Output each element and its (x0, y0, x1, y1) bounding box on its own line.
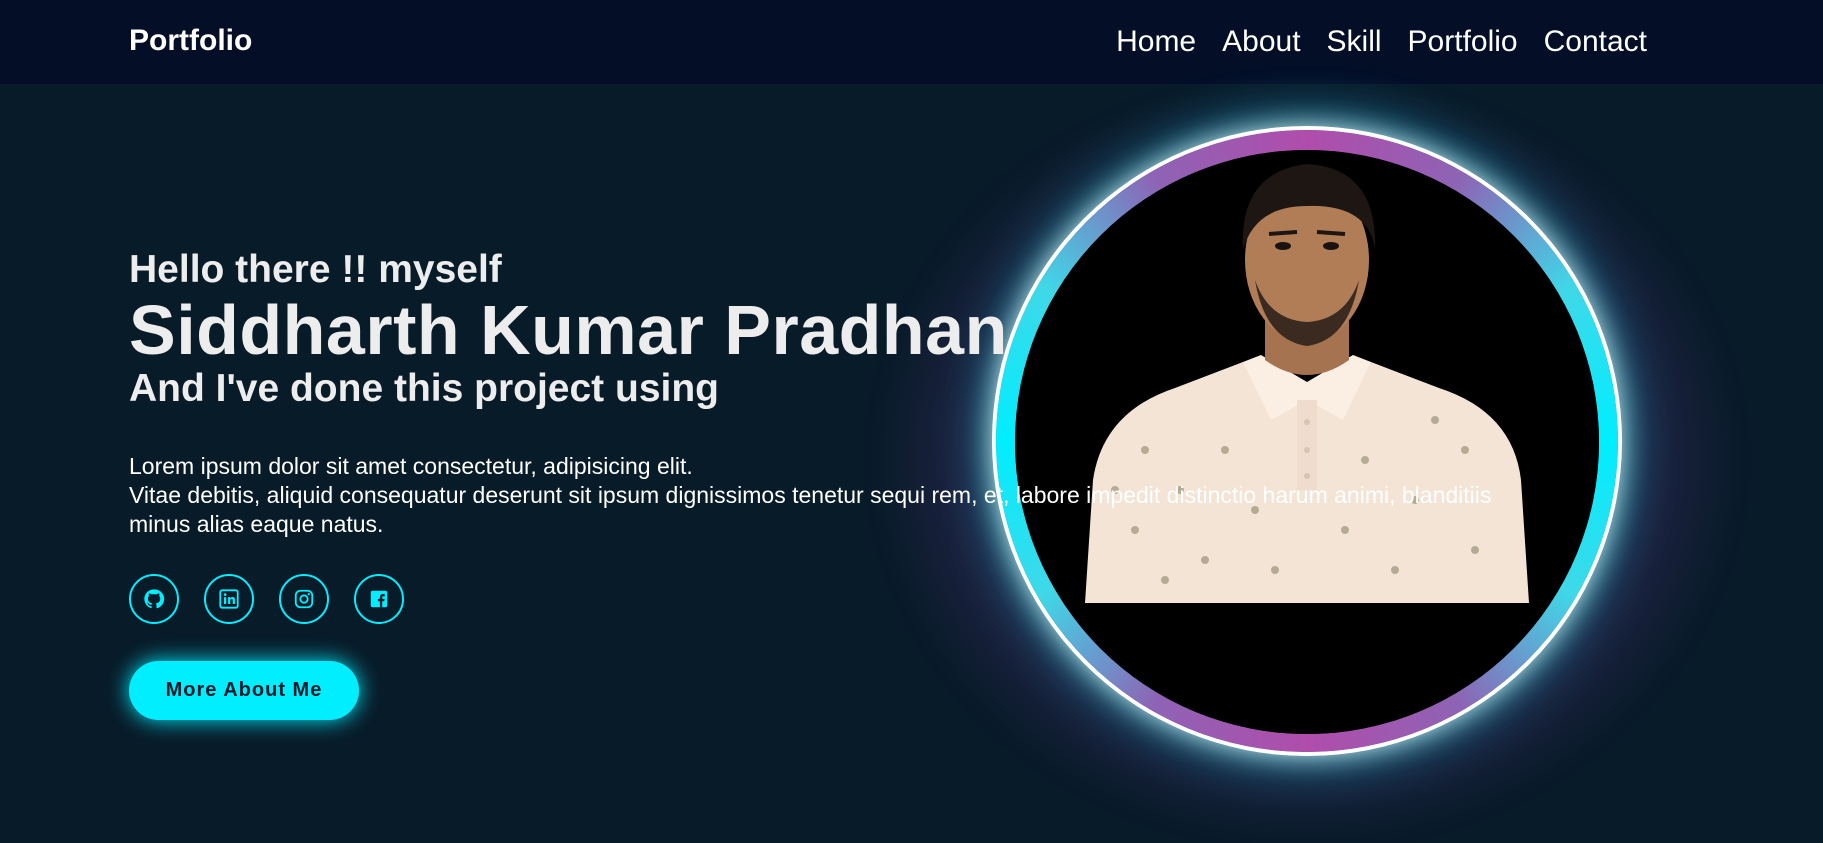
github-link[interactable] (129, 574, 179, 624)
linkedin-link[interactable] (204, 574, 254, 624)
desc-line-2: Vitae debitis, aliquid consequatur deser… (129, 482, 1492, 508)
hero-subtitle: And I've done this project using (129, 367, 719, 410)
more-about-me-button[interactable]: More About Me (129, 661, 359, 720)
github-icon (144, 589, 165, 609)
navbar: Portfolio Home About Skill Portfolio Con… (0, 0, 1823, 84)
hero-description: Lorem ipsum dolor sit amet consectetur, … (129, 452, 1629, 539)
nav-link-home[interactable]: Home (1116, 22, 1196, 62)
social-links (129, 574, 404, 624)
desc-line-1: Lorem ipsum dolor sit amet consectetur, … (129, 453, 693, 479)
nav-link-skill[interactable]: Skill (1327, 22, 1382, 62)
hero-text: Hello there !! myself Siddharth Kumar Pr… (129, 246, 1629, 562)
nav-link-about[interactable]: About (1222, 22, 1300, 62)
greeting: Hello there !! myself (129, 248, 502, 291)
logo[interactable]: Portfolio (129, 24, 252, 58)
desc-line-3: minus alias eaque natus. (129, 511, 384, 537)
facebook-link[interactable] (354, 574, 404, 624)
nav-link-contact[interactable]: Contact (1544, 22, 1647, 62)
nav-link-portfolio[interactable]: Portfolio (1408, 22, 1518, 62)
instagram-link[interactable] (279, 574, 329, 624)
instagram-icon (294, 589, 314, 609)
facebook-icon (370, 590, 388, 608)
hero-name: Siddharth Kumar Pradhan (129, 291, 1008, 369)
linkedin-icon (219, 589, 239, 609)
nav-links: Home About Skill Portfolio Contact (1116, 22, 1647, 62)
